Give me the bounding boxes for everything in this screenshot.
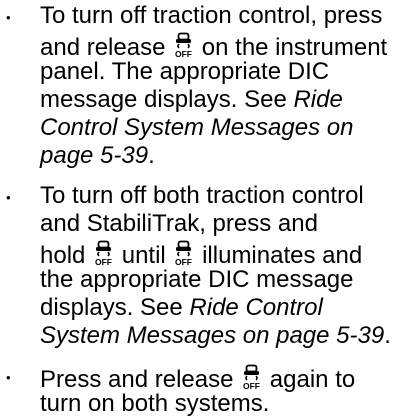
- cross-reference: Ride: [293, 86, 343, 113]
- traction-control-off-icon: OFF: [241, 364, 262, 391]
- text-line: turn on both systems.: [40, 390, 270, 417]
- text-line: the appropriate DIC message: [40, 266, 354, 293]
- cross-reference: Control System Messages on: [40, 114, 354, 141]
- manual-page: • To turn off traction control, press an…: [0, 0, 402, 420]
- text-line: message displays. See Ride: [40, 86, 343, 113]
- text-line: panel. The appropriate DIC: [40, 58, 330, 85]
- bullet-dot: •: [6, 10, 11, 25]
- text-line: System Messages on page 5-39.: [40, 322, 391, 349]
- traction-control-off-icon: OFF: [173, 32, 194, 59]
- text-line: page 5-39.: [40, 142, 155, 169]
- text-line: Press and release OFF again to: [40, 364, 356, 393]
- traction-control-off-icon: OFF: [173, 240, 194, 267]
- text-line: To turn off traction control, press: [40, 2, 383, 29]
- cross-reference: page 5-39: [40, 142, 149, 169]
- cross-reference: System Messages on page 5-39: [40, 322, 385, 349]
- bullet-dot: •: [6, 370, 11, 385]
- text-line: displays. See Ride Control: [40, 294, 323, 321]
- text-line: To turn off both traction control: [40, 182, 364, 209]
- text-line: hold OFF until OFF illuminates and: [40, 240, 363, 269]
- text-line: and release OFF on the instrument: [40, 32, 388, 61]
- bullet-dot: •: [6, 190, 11, 205]
- text-line: and StabiliTrak, press and: [40, 210, 318, 237]
- traction-control-off-icon: OFF: [93, 240, 114, 267]
- cross-reference: Ride Control: [189, 294, 323, 321]
